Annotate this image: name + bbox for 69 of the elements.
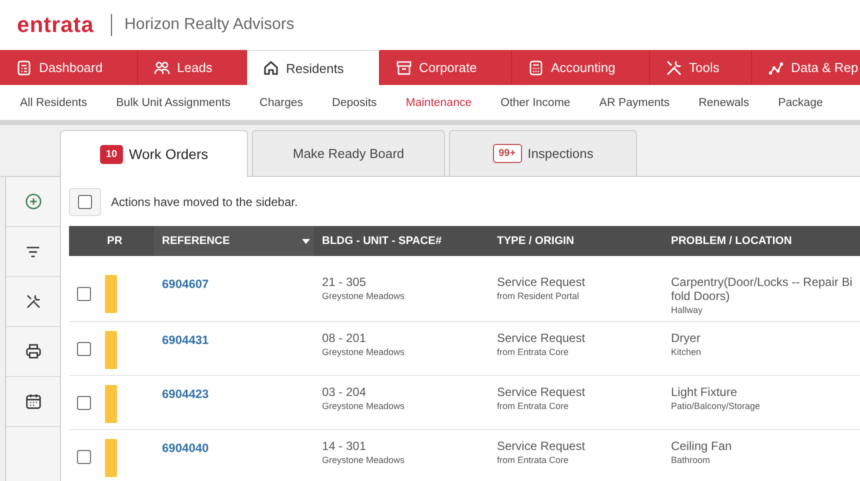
origin-text: from Entrata Core — [497, 347, 570, 357]
column-header[interactable]: BLDG - UNIT - SPACE# — [314, 226, 489, 256]
property-text: Greystone Meadows — [322, 401, 406, 411]
nav-tab[interactable]: Corporate — [380, 50, 512, 85]
column-header[interactable]: TYPE / ORIGIN — [489, 226, 663, 256]
calculator-icon — [528, 60, 544, 76]
row-checkbox[interactable] — [77, 396, 91, 410]
nav-tab[interactable]: Data & Rep — [752, 50, 860, 85]
column-header[interactable]: PR — [99, 226, 154, 256]
property-text: Greystone Meadows — [322, 291, 406, 301]
type-text: Service Request — [497, 331, 586, 345]
origin-text: from Resident Portal — [497, 291, 580, 301]
archive-icon — [396, 60, 412, 76]
origin-text: from Entrata Core — [497, 455, 570, 465]
people-icon — [154, 60, 170, 76]
problem-text: Ceiling Fan — [671, 439, 733, 453]
location-text: Patio/Balcony/Storage — [671, 401, 762, 411]
company-name: Horizon Realty Advisors — [124, 16, 294, 34]
subnav-link[interactable]: AR Payments — [599, 96, 670, 108]
problem-text: Carpentry(Door/Locks -- Repair Bi fold Doors) — [671, 275, 854, 303]
reference-link[interactable]: 6904423 — [162, 387, 209, 401]
row-checkbox[interactable] — [77, 342, 91, 356]
subnav-link[interactable]: All Residents — [20, 96, 88, 108]
location-text: Hallway — [671, 305, 704, 315]
origin-text: from Entrata Core — [497, 401, 570, 411]
tools-icon — [666, 60, 682, 76]
unit-text: 08 - 201 — [322, 331, 368, 345]
unit-text: 03 - 204 — [322, 385, 368, 399]
reference-link[interactable]: 6904431 — [162, 333, 209, 347]
subnav-link[interactable]: Package — [778, 96, 823, 108]
location-text: Kitchen — [671, 347, 702, 357]
reference-link[interactable]: 6904040 — [162, 441, 209, 455]
row-checkbox[interactable] — [77, 286, 91, 300]
count-badge: 99+ — [492, 144, 522, 163]
actions-note: Actions have moved to the sidebar. — [111, 194, 298, 208]
count-badge: 10 — [100, 144, 124, 164]
location-text: Bathroom — [671, 455, 712, 465]
entrata-logo: entrata — [17, 12, 94, 38]
clipboard-icon — [16, 60, 32, 76]
reference-link[interactable]: 6904607 — [162, 277, 209, 291]
subnav-link[interactable]: Maintenance — [406, 96, 472, 108]
unit-text: 14 - 301 — [322, 439, 368, 453]
home-icon — [263, 60, 279, 76]
nav-tab[interactable]: Residents — [247, 50, 380, 85]
property-text: Greystone Meadows — [322, 347, 406, 357]
chart-line-icon — [768, 60, 784, 76]
content-tab[interactable]: 99+ Inspections — [449, 130, 637, 176]
row-checkbox[interactable] — [77, 450, 91, 464]
subnav-link[interactable]: Charges — [260, 96, 304, 108]
nav-tab[interactable]: Tools — [650, 50, 752, 85]
select-all-checkbox[interactable] — [78, 194, 92, 208]
type-text: Service Request — [497, 275, 586, 289]
type-text: Service Request — [497, 439, 586, 453]
column-header[interactable]: REFERENCE — [154, 226, 314, 256]
sort-caret-icon — [302, 238, 310, 244]
type-text: Service Request — [497, 385, 586, 399]
subnav-link[interactable]: Bulk Unit Assignments — [116, 96, 231, 108]
property-text: Greystone Meadows — [322, 455, 406, 465]
content-tab[interactable]: 10 Work Orders — [60, 130, 248, 177]
nav-tab[interactable]: Dashboard — [0, 50, 138, 85]
problem-text: Light Fixture — [671, 385, 738, 399]
nav-tab[interactable]: Accounting — [512, 50, 650, 85]
unit-text: 21 - 305 — [322, 275, 368, 289]
subnav-link[interactable]: Other Income — [500, 96, 570, 108]
problem-text: Dryer — [671, 331, 702, 345]
subnav-link[interactable]: Renewals — [698, 96, 750, 108]
column-header[interactable]: PROBLEM / LOCATION — [663, 226, 860, 256]
subnav-link[interactable]: Deposits — [332, 96, 377, 108]
content-tab[interactable]: Make Ready Board — [252, 130, 445, 176]
